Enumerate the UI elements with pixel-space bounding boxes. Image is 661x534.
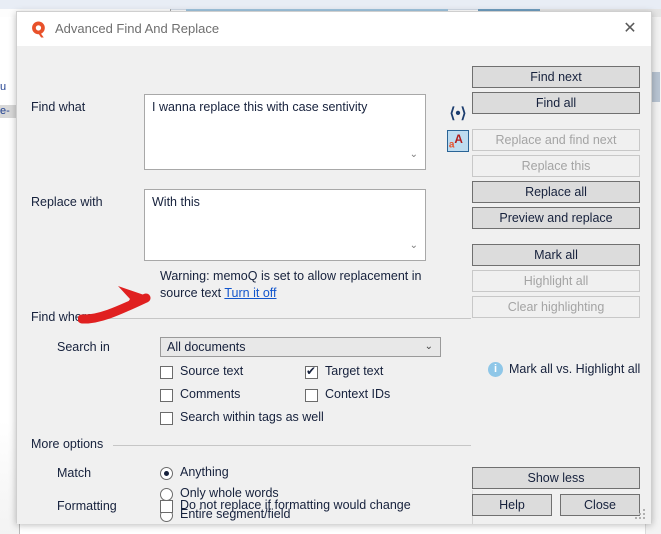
- checkbox-box: [305, 389, 318, 402]
- replace-this-button[interactable]: Replace this: [472, 155, 640, 177]
- formatting-label: Formatting: [57, 499, 117, 513]
- svg-text:A: A: [454, 132, 463, 146]
- info-icon: i: [488, 362, 503, 377]
- checkbox-box: [160, 412, 173, 425]
- source-replacement-warning: Warning: memoQ is set to allow replaceme…: [160, 268, 450, 302]
- preview-and-replace-button[interactable]: Preview and replace: [472, 207, 640, 229]
- checkbox-label: Do not replace if formatting would chang…: [180, 498, 411, 512]
- clear-highlighting-button[interactable]: Clear highlighting: [472, 296, 640, 318]
- checkbox-label: Comments: [180, 387, 241, 401]
- close-button[interactable]: Close: [560, 494, 640, 516]
- replace-with-label: Replace with: [31, 195, 103, 209]
- checkbox-label: Target text: [325, 364, 384, 378]
- find-where-group: Find where: [31, 310, 471, 324]
- more-options-group: More options: [31, 437, 471, 451]
- radio-dot: [160, 467, 173, 480]
- chevron-down-icon[interactable]: ⌄: [410, 241, 418, 251]
- chevron-down-icon[interactable]: ⌄: [410, 150, 418, 160]
- find-what-value: I wanna replace this with case sentivity: [152, 100, 368, 114]
- checkbox-label: Search within tags as well: [180, 410, 324, 424]
- warning-message: Warning: memoQ is set to allow replaceme…: [160, 269, 422, 300]
- find-next-button[interactable]: Find next: [472, 66, 640, 88]
- checkbox-box: [160, 500, 173, 513]
- find-all-button[interactable]: Find all: [472, 92, 640, 114]
- checkbox-label: Context IDs: [325, 387, 391, 401]
- search-in-label: Search in: [57, 340, 110, 354]
- find-what-input[interactable]: I wanna replace this with case sentivity…: [144, 94, 426, 170]
- checkbox-box: [160, 366, 173, 379]
- dialog-title: Advanced Find And Replace: [55, 21, 220, 36]
- replace-with-value: With this: [152, 195, 200, 209]
- replace-all-button[interactable]: Replace all: [472, 181, 640, 203]
- more-options-group-label: More options: [31, 437, 104, 451]
- close-icon[interactable]: ✕: [621, 20, 639, 38]
- resize-grip[interactable]: [635, 509, 647, 521]
- dialog-body: Find what I wanna replace this with case…: [17, 46, 651, 524]
- radio-label: Anything: [180, 465, 229, 479]
- highlight-all-button[interactable]: Highlight all: [472, 270, 640, 292]
- case-sensitivity-icon[interactable]: a A: [447, 130, 469, 152]
- find-where-group-divider: [101, 318, 471, 319]
- show-less-button[interactable]: Show less: [472, 467, 640, 489]
- insert-tag-icon[interactable]: ⟨•⟩: [447, 103, 469, 125]
- chevron-down-icon: ⌄: [424, 341, 433, 352]
- checkbox-box: [160, 389, 173, 402]
- checkbox-label: Source text: [180, 364, 244, 378]
- match-label: Match: [57, 466, 92, 480]
- case-sensitivity-glyph: a A: [449, 132, 463, 151]
- dialog-titlebar[interactable]: Advanced Find And Replace ✕: [17, 12, 651, 46]
- find-where-group-label: Find where: [31, 310, 93, 324]
- find-what-label: Find what: [31, 100, 86, 114]
- turn-it-off-link[interactable]: Turn it off: [224, 286, 276, 300]
- checkbox-box: [305, 364, 318, 379]
- replace-and-find-next-button[interactable]: Replace and find next: [472, 129, 640, 151]
- mark-all-vs-highlight-all-link[interactable]: Mark all vs. Highlight all: [509, 362, 640, 376]
- help-button[interactable]: Help: [472, 494, 552, 516]
- advanced-find-replace-dialog: Advanced Find And Replace ✕ Find what I …: [16, 11, 652, 524]
- search-in-value: All documents: [167, 340, 246, 354]
- more-options-group-divider: [113, 445, 471, 446]
- mark-all-button[interactable]: Mark all: [472, 244, 640, 266]
- replace-with-input[interactable]: With this ⌄: [144, 189, 426, 261]
- search-in-dropdown[interactable]: All documents ⌄: [160, 337, 441, 357]
- memoq-logo-icon: [32, 21, 45, 38]
